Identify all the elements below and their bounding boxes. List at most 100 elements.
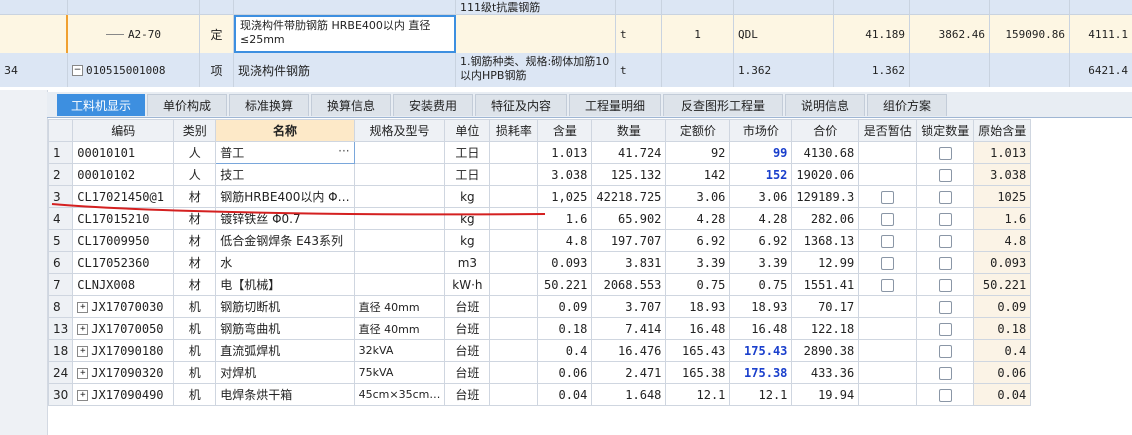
cell-loss-rate[interactable] bbox=[489, 383, 539, 406]
cell-quantity[interactable]: 2068.553 bbox=[591, 273, 667, 296]
cell-code[interactable]: 00010102 bbox=[72, 163, 175, 186]
cell-content[interactable]: 0.04 bbox=[537, 383, 593, 406]
cell-loss-rate[interactable] bbox=[489, 251, 539, 274]
expand-icon[interactable]: + bbox=[77, 345, 89, 357]
cell-name[interactable]: 低合金钢焊条 E43系列 bbox=[215, 229, 355, 252]
cell-is-estimate[interactable] bbox=[858, 251, 918, 274]
expand-icon[interactable]: + bbox=[77, 389, 89, 401]
collapse-icon[interactable]: − bbox=[72, 64, 83, 76]
cell-unit[interactable]: 台班 bbox=[444, 383, 491, 406]
tab-standard-conversion[interactable]: 标准换算 bbox=[229, 94, 309, 116]
cell-is-estimate[interactable] bbox=[858, 163, 918, 186]
cell-market-price[interactable]: 12.1 bbox=[729, 383, 793, 406]
cell-quota-price[interactable]: 92 bbox=[665, 141, 731, 164]
cell-category[interactable]: 机 bbox=[173, 295, 217, 318]
cell-unit[interactable]: m3 bbox=[444, 251, 491, 274]
header-unit[interactable]: 单位 bbox=[444, 119, 491, 142]
lock-checkbox[interactable] bbox=[938, 344, 952, 358]
cell-name[interactable]: 技工 bbox=[215, 163, 355, 186]
table-row[interactable]: 1 00010101 人 ··· 普工 工日 1.013 41.724 92 99 4130.68 1… bbox=[47, 141, 1032, 164]
cell-unit[interactable]: kW·h bbox=[444, 273, 491, 296]
cell-category[interactable]: 人 bbox=[173, 163, 217, 186]
cell-total[interactable]: 12.99 bbox=[791, 251, 860, 274]
cell-lock-qty[interactable] bbox=[916, 163, 975, 186]
table-row[interactable]: 13 + JX17070050 机钢筋弯曲机 直径 40mm 台班 0.18 7.414 16.… bbox=[47, 317, 1032, 340]
lock-checkbox[interactable] bbox=[938, 322, 952, 336]
cell-spec[interactable] bbox=[353, 163, 446, 186]
header-total[interactable]: 合价 bbox=[791, 119, 860, 142]
cell-loss-rate[interactable] bbox=[489, 229, 539, 252]
cell-unit[interactable]: 台班 bbox=[444, 339, 491, 362]
header-loss-rate[interactable]: 损耗率 bbox=[489, 119, 539, 142]
cell-code[interactable]: CL17052360 bbox=[72, 251, 175, 274]
cell-content[interactable]: 1.013 bbox=[537, 141, 593, 164]
cell-content[interactable]: 0.06 bbox=[537, 361, 593, 384]
cell-category[interactable]: 机 bbox=[173, 383, 217, 406]
cell-content[interactable]: 3.038 bbox=[537, 163, 593, 186]
cell-loss-rate[interactable] bbox=[489, 317, 539, 340]
cell-spec[interactable] bbox=[353, 185, 446, 208]
cell-unit[interactable]: 台班 bbox=[444, 361, 491, 384]
cell-total[interactable]: 70.17 bbox=[791, 295, 860, 318]
cell-loss-rate[interactable] bbox=[489, 361, 539, 384]
cell-quantity[interactable]: 2.471 bbox=[591, 361, 667, 384]
cell-name[interactable]: 对焊机 bbox=[215, 361, 355, 384]
estimate-checkbox[interactable] bbox=[881, 278, 895, 292]
estimate-checkbox[interactable] bbox=[881, 212, 895, 226]
cell-code[interactable]: + JX17090180 bbox=[72, 339, 175, 362]
cell-quota-price[interactable]: 165.43 bbox=[665, 339, 731, 362]
cell-market-price[interactable]: 152 bbox=[729, 163, 793, 186]
header-original-content[interactable]: 原始含量 bbox=[973, 119, 1032, 142]
cell-loss-rate[interactable] bbox=[489, 273, 539, 296]
cell-is-estimate[interactable] bbox=[858, 207, 918, 230]
cell-quantity[interactable]: 42218.725 bbox=[591, 185, 667, 208]
lock-checkbox[interactable] bbox=[938, 366, 952, 380]
cell-is-estimate[interactable] bbox=[858, 273, 918, 296]
cell-is-estimate[interactable] bbox=[858, 383, 918, 406]
cell-market-price[interactable]: 18.93 bbox=[729, 295, 793, 318]
cell-is-estimate[interactable] bbox=[858, 339, 918, 362]
table-row[interactable]: 18 + JX17090180 机直流弧焊机 32kVA 台班 0.4 16.476 165.4… bbox=[47, 339, 1032, 362]
lock-checkbox[interactable] bbox=[938, 212, 952, 226]
expand-icon[interactable]: + bbox=[77, 323, 89, 335]
cell-total[interactable]: 282.06 bbox=[791, 207, 860, 230]
cell-content[interactable]: 1.6 bbox=[537, 207, 593, 230]
cell-total[interactable]: 2890.38 bbox=[791, 339, 860, 362]
cell-quantity[interactable]: 197.707 bbox=[591, 229, 667, 252]
header-name[interactable]: 名称 bbox=[215, 119, 355, 142]
header-lock-qty[interactable]: 锁定数量 bbox=[916, 119, 975, 142]
cell-is-estimate[interactable] bbox=[858, 317, 918, 340]
cell-market-price[interactable]: 3.06 bbox=[729, 185, 793, 208]
cell-quota-price[interactable]: 3.39 bbox=[665, 251, 731, 274]
cell-spec[interactable]: 直径 40mm bbox=[353, 317, 446, 340]
header-is-estimate[interactable]: 是否暂估 bbox=[858, 119, 918, 142]
cell-unit[interactable]: kg bbox=[444, 207, 491, 230]
cell-spec[interactable]: 直径 40mm bbox=[353, 295, 446, 318]
cell-quantity[interactable]: 125.132 bbox=[591, 163, 667, 186]
cell-content[interactable]: 1,025 bbox=[537, 185, 593, 208]
cell-quantity[interactable]: 3.707 bbox=[591, 295, 667, 318]
cell-lock-qty[interactable] bbox=[916, 141, 975, 164]
cell-total[interactable]: 19020.06 bbox=[791, 163, 860, 186]
cell-quantity[interactable]: 1.648 bbox=[591, 383, 667, 406]
table-row[interactable]: 30 + JX17090490 机电焊条烘干箱 45cm×35cm… 台班 0.04 1.64… bbox=[47, 383, 1032, 406]
cell-unit[interactable]: kg bbox=[444, 229, 491, 252]
header-spec[interactable]: 规格及型号 bbox=[353, 119, 446, 142]
cell-loss-rate[interactable] bbox=[489, 163, 539, 186]
cell-quantity[interactable]: 41.724 bbox=[591, 141, 667, 164]
tab-install-fee[interactable]: 安装费用 bbox=[393, 94, 473, 116]
cell-unit[interactable]: 工日 bbox=[444, 163, 491, 186]
cell-quota-price[interactable]: 165.38 bbox=[665, 361, 731, 384]
cell-quota-price[interactable]: 18.93 bbox=[665, 295, 731, 318]
cell-name[interactable]: 钢筋弯曲机 bbox=[215, 317, 355, 340]
cell-quota-price[interactable]: 12.1 bbox=[665, 383, 731, 406]
tab-features[interactable]: 特征及内容 bbox=[475, 94, 567, 116]
lock-checkbox[interactable] bbox=[938, 234, 952, 248]
cell-market-price[interactable]: 175.38 bbox=[729, 361, 793, 384]
list-cell-name[interactable]: 现浇构件钢筋 bbox=[234, 53, 456, 87]
table-row[interactable]: 6 CL17052360 材水 m3 0.093 3.831 3.39 3.39 12.99 0.… bbox=[47, 251, 1032, 274]
cell-quantity[interactable]: 16.476 bbox=[591, 339, 667, 362]
header-market-price[interactable]: 市场价 bbox=[729, 119, 793, 142]
cell-lock-qty[interactable] bbox=[916, 273, 975, 296]
cell-market-price[interactable]: 99 bbox=[729, 141, 793, 164]
